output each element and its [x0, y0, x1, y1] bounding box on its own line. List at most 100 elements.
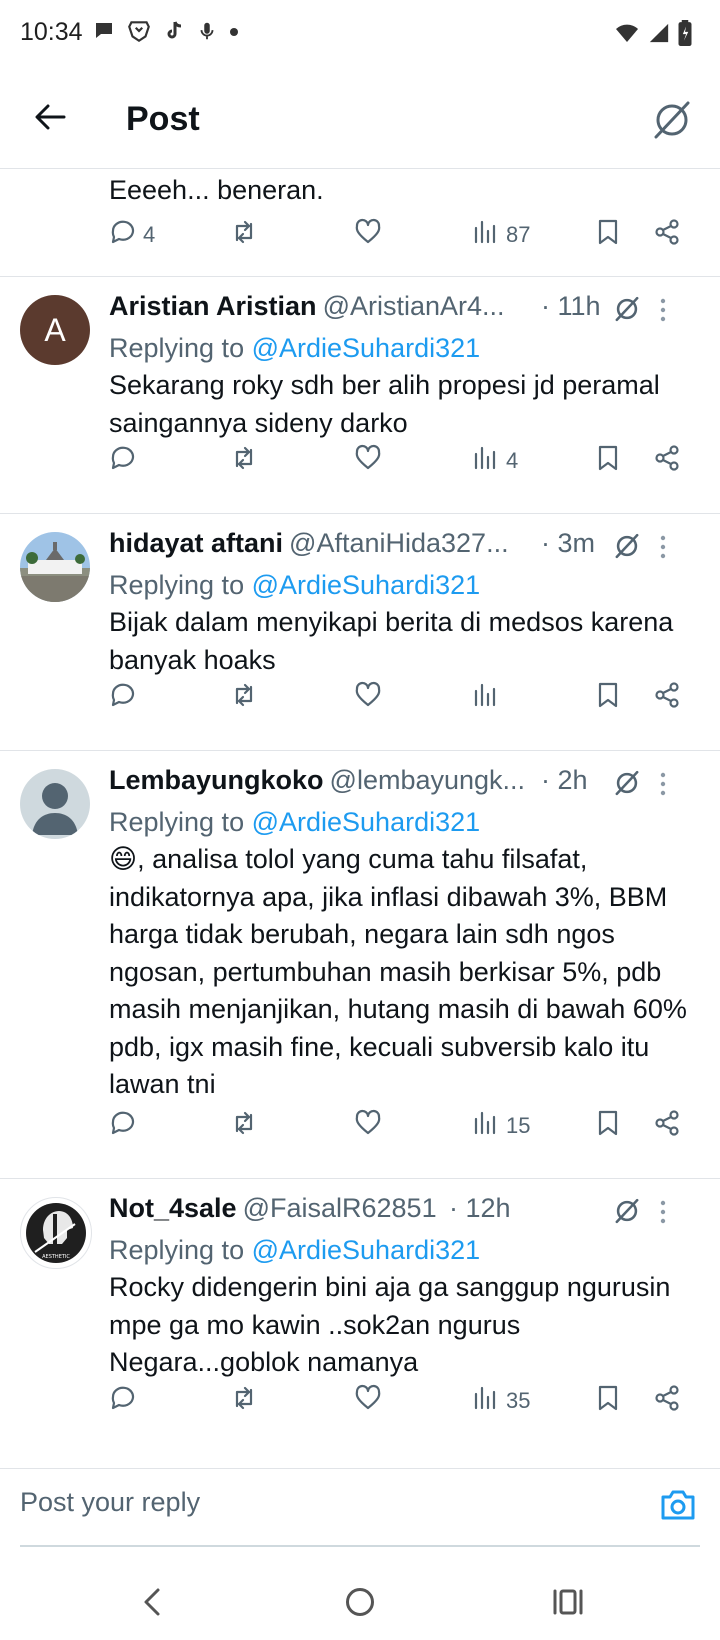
more-options-icon[interactable] [658, 534, 668, 560]
author-handle[interactable]: @AftaniHida327... [289, 528, 509, 558]
reply-button[interactable] [109, 1106, 137, 1146]
avatar[interactable] [20, 532, 90, 602]
bookmark-icon [594, 444, 622, 478]
like-button[interactable] [354, 215, 382, 255]
views-count: 15 [506, 1113, 531, 1138]
wifi-icon [614, 21, 640, 50]
reply-icon [109, 681, 137, 715]
share-button[interactable] [653, 1381, 681, 1421]
views-button[interactable]: 87 [472, 215, 530, 255]
mention-link[interactable]: @ArdieSuhardi321 [252, 807, 481, 837]
bookmark-button[interactable] [594, 215, 622, 255]
grok-icon[interactable] [613, 1197, 641, 1225]
grok-icon[interactable] [613, 769, 641, 797]
tweet-text: Eeeeh... beneran. [109, 175, 324, 205]
author-handle[interactable]: @AristianAr4... [323, 291, 505, 321]
nav-back-button[interactable] [130, 1582, 174, 1626]
chevron-left-icon [140, 1587, 164, 1622]
bookmark-button[interactable] [594, 1381, 622, 1421]
tweet-text: Sekarang roky sdh ber alih propesi jd pe… [109, 370, 660, 438]
mention-link[interactable]: @ArdieSuhardi321 [252, 570, 481, 600]
tweet-time[interactable]: · 11h [541, 291, 601, 322]
brave-browser-icon [126, 18, 152, 49]
microphone-icon [196, 19, 218, 48]
avatar[interactable]: AESTHETIC [20, 1197, 92, 1269]
camera-icon [658, 1490, 698, 1529]
repost-button[interactable] [230, 1381, 258, 1421]
tweet-card[interactable]: Lembayungkoko @lembayungk... · 2h Replyin… [0, 751, 720, 1179]
reply-input[interactable]: Post your reply [20, 1487, 200, 1518]
repost-button[interactable] [230, 441, 258, 481]
share-icon [653, 218, 681, 252]
tweet-card[interactable]: Eeeeh... beneran. 4 87 [0, 168, 720, 277]
views-button[interactable]: 35 [472, 1381, 530, 1421]
share-button[interactable] [653, 1106, 681, 1146]
repost-icon [230, 444, 258, 478]
author-handle[interactable]: @FaisalR62851 [243, 1193, 437, 1223]
bookmark-button[interactable] [594, 678, 622, 718]
heart-icon [354, 1384, 382, 1418]
share-icon [653, 444, 681, 478]
mention-link[interactable]: @ArdieSuhardi321 [252, 333, 481, 363]
author-name[interactable]: hidayat aftani [109, 528, 283, 558]
like-button[interactable] [354, 1381, 382, 1421]
share-button[interactable] [653, 441, 681, 481]
repost-button[interactable] [230, 215, 258, 255]
page-title: Post [126, 100, 200, 138]
heart-icon [354, 444, 382, 478]
nav-home-button[interactable] [338, 1582, 382, 1626]
tweet-card[interactable]: hidayat aftani @AftaniHida327... · 3m Rep… [0, 514, 720, 751]
share-icon [653, 1109, 681, 1143]
avatar-badge-text: AESTHETIC [42, 1254, 70, 1260]
back-button[interactable] [28, 97, 72, 141]
share-button[interactable] [653, 215, 681, 255]
author-handle[interactable]: @lembayungk... [330, 765, 526, 795]
avatar[interactable]: A [20, 295, 90, 365]
tweet-time[interactable]: · 2h [541, 765, 588, 796]
more-options-icon[interactable] [658, 771, 668, 797]
tweet-time[interactable]: · 12h [449, 1193, 511, 1224]
nav-recents-button[interactable] [546, 1582, 590, 1626]
more-options-icon[interactable] [658, 1199, 668, 1225]
share-icon [653, 681, 681, 715]
views-button[interactable] [472, 678, 506, 718]
like-button[interactable] [354, 1106, 382, 1146]
reply-button[interactable]: 4 [109, 215, 155, 255]
bookmark-button[interactable] [594, 1106, 622, 1146]
author-name[interactable]: Lembayungkoko [109, 765, 324, 795]
mention-link[interactable]: @ArdieSuhardi321 [252, 1235, 481, 1265]
grok-icon[interactable] [613, 295, 641, 323]
tweet-card[interactable]: A Aristian Aristian @AristianAr4... · 11h… [0, 277, 720, 514]
replying-to: Replying to @ArdieSuhardi321 [109, 333, 481, 363]
like-button[interactable] [354, 678, 382, 718]
reply-button[interactable] [109, 441, 137, 481]
battery-icon [678, 20, 692, 51]
grok-button[interactable] [650, 98, 694, 142]
bookmark-icon [594, 1109, 622, 1143]
views-count: 35 [506, 1388, 531, 1413]
views-button[interactable]: 4 [472, 441, 518, 481]
views-button[interactable]: 15 [472, 1106, 530, 1146]
grok-icon[interactable] [613, 532, 641, 560]
reply-button[interactable] [109, 1381, 137, 1421]
tweet-card[interactable]: AESTHETIC Not_4sale @FaisalR62851 · 12h R… [0, 1179, 720, 1448]
bookmark-icon [594, 218, 622, 252]
like-button[interactable] [354, 441, 382, 481]
author-name[interactable]: Not_4sale [109, 1193, 237, 1223]
tweet-time[interactable]: · 3m [541, 528, 595, 559]
replies-feed[interactable]: Eeeeh... beneran. 4 87 A Aristian Aristi… [0, 168, 720, 1448]
views-icon [472, 1384, 500, 1418]
repost-button[interactable] [230, 1106, 258, 1146]
replying-to: Replying to @ArdieSuhardi321 [109, 1235, 481, 1265]
system-nav-bar [0, 1560, 720, 1640]
reply-button[interactable] [109, 678, 137, 718]
author-name[interactable]: Aristian Aristian [109, 291, 317, 321]
share-button[interactable] [653, 678, 681, 718]
repost-button[interactable] [230, 678, 258, 718]
more-options-icon[interactable] [658, 297, 668, 323]
reply-icon [109, 1384, 137, 1418]
camera-button[interactable] [658, 1485, 698, 1525]
dot-icon [228, 25, 240, 43]
avatar[interactable] [20, 769, 90, 839]
bookmark-button[interactable] [594, 441, 622, 481]
